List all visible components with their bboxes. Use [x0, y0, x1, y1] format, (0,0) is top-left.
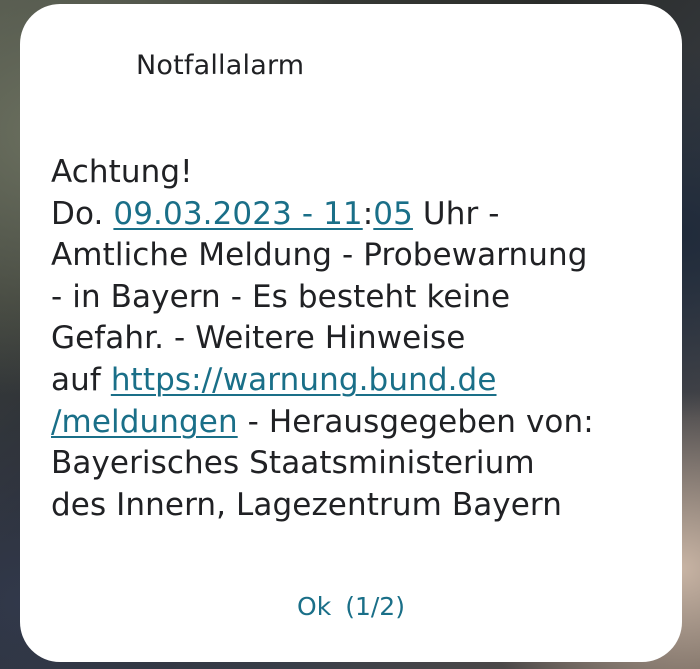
after-time-text: Uhr - [412, 195, 500, 232]
minute-link[interactable]: 05 [373, 196, 413, 232]
date-link[interactable]: 09.03.2023 - 11 [113, 196, 362, 232]
ok-button[interactable]: Ok (1/2) [20, 592, 682, 621]
time-colon: : [362, 195, 374, 232]
issuer-prefix: - Herausgegeben von: [237, 403, 594, 440]
emergency-alert-dialog: Notfallalarm Achtung! Do. 09.03.2023 - 1… [20, 4, 682, 662]
ok-button-label: Ok [297, 592, 332, 621]
day-prefix: Do. [51, 195, 114, 232]
alert-url-line: auf https://warnung.bund.de [51, 360, 661, 402]
alert-line-8: Bayerisches Staatsministerium [51, 445, 535, 482]
message-counter: (1/2) [345, 592, 405, 621]
warning-url-link[interactable]: https://warnung.bund.de [111, 362, 497, 398]
warning-url-link-continued[interactable]: /meldungen [51, 404, 238, 440]
alert-heading: Achtung! [51, 154, 193, 190]
alert-line-4: - in Bayern - Es besteht keine [51, 278, 511, 315]
auf-prefix: auf [51, 361, 111, 398]
dialog-title: Notfallalarm [136, 50, 305, 81]
alert-line-9: des Innern, Lagezentrum Bayern [51, 486, 562, 523]
alert-message-body: Achtung! Do. 09.03.2023 - 11:05 Uhr - Am… [51, 152, 661, 526]
alert-line-5: Gefahr. - Weitere Hinweise [51, 320, 466, 357]
alert-date-line: Do. 09.03.2023 - 11:05 Uhr - [51, 194, 661, 236]
alert-line-3: Amtliche Meldung - Probewarnung [51, 237, 588, 274]
alert-url-line-2: /meldungen - Herausgegeben von: [51, 402, 661, 444]
